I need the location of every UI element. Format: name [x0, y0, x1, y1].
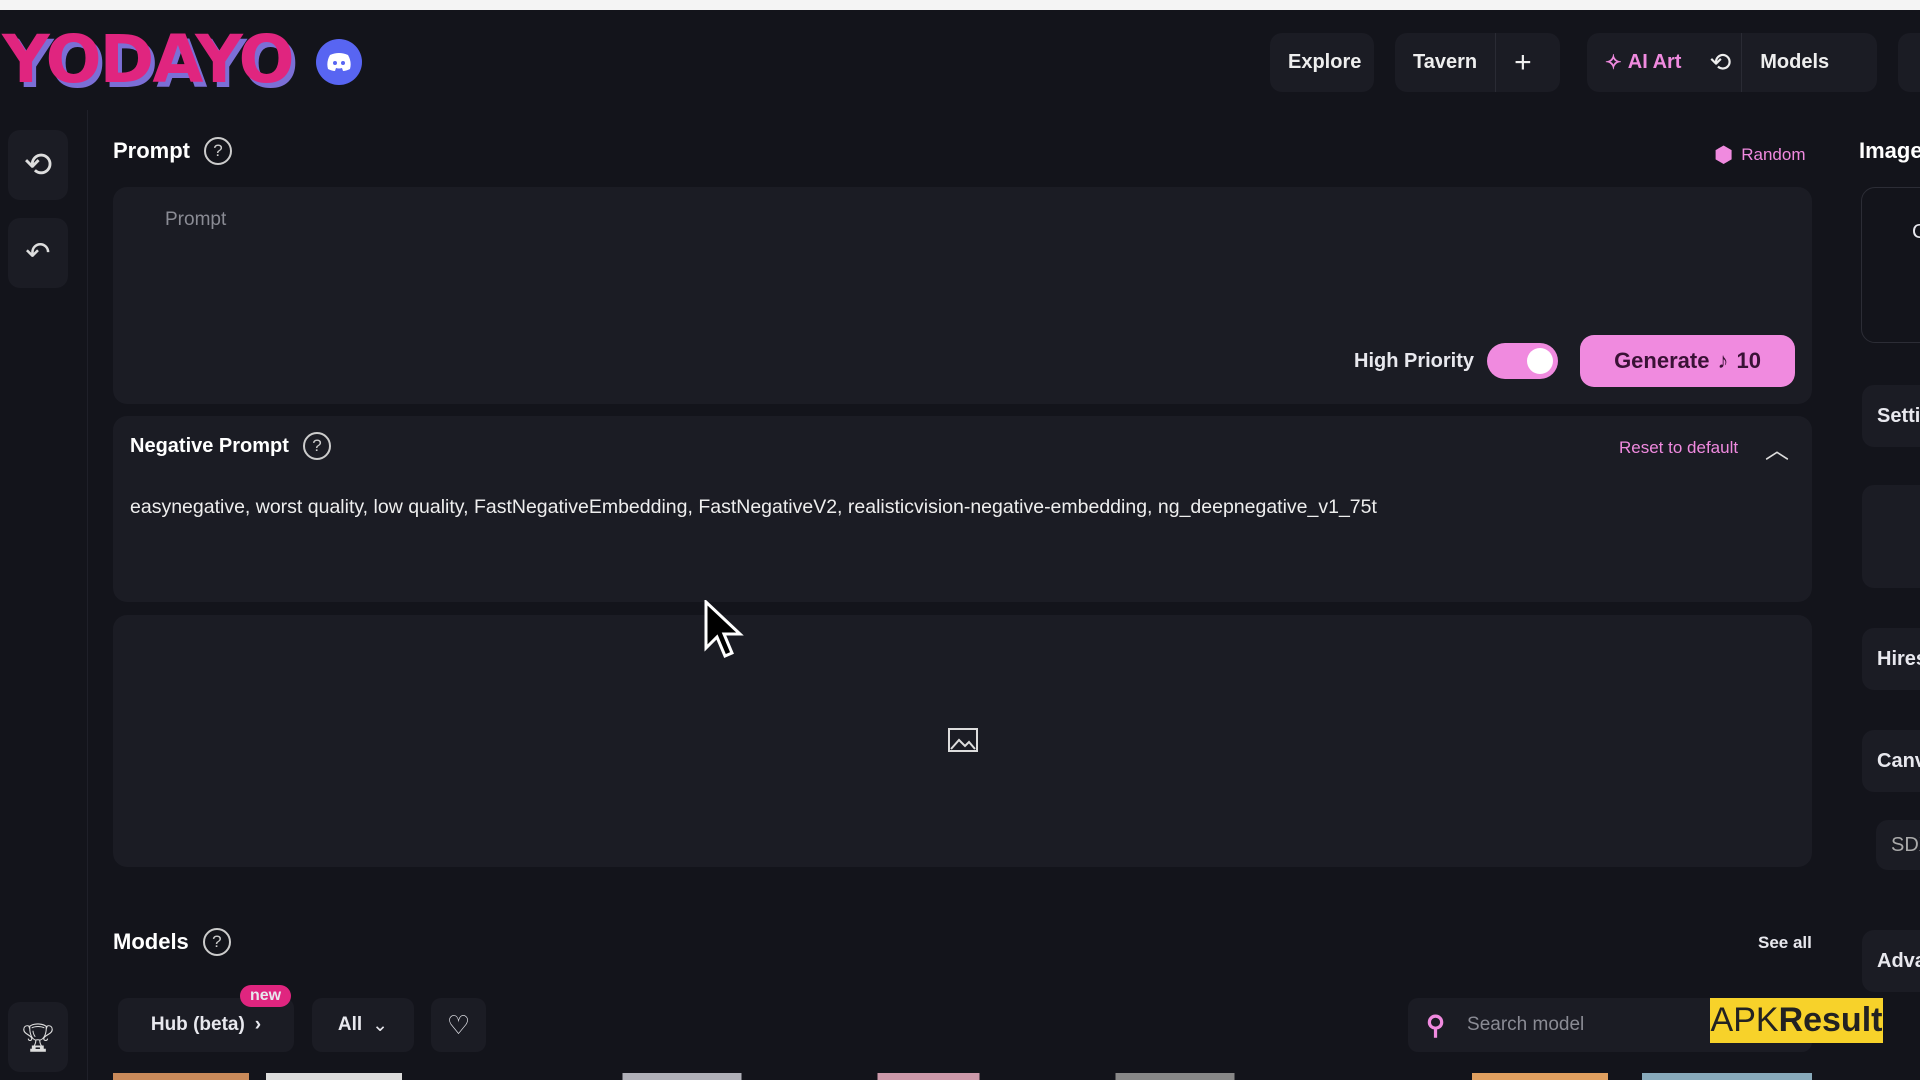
new-badge: new	[240, 985, 292, 1007]
reset-to-default-link[interactable]: Reset to default	[1619, 438, 1738, 458]
discord-icon[interactable]	[316, 39, 362, 85]
models-heading: Models?	[113, 928, 231, 956]
nav-explore-label: Explore	[1288, 51, 1362, 73]
help-icon[interactable]: ?	[202, 928, 231, 956]
chevron-down-icon: ⌄	[372, 1014, 389, 1036]
image-icon	[947, 727, 979, 758]
nav-tavern[interactable]: Tavern	[1395, 33, 1495, 92]
prompt-panel: Prompt High Priority Generate ♪ 10	[113, 187, 1812, 404]
settings-content	[1862, 485, 1920, 588]
history-icon[interactable]: ⟲	[1699, 33, 1741, 92]
settings-section[interactable]: Setti	[1862, 385, 1920, 447]
see-all-link[interactable]: See all	[1758, 933, 1812, 953]
nav-ai-art[interactable]: ✧ AI Art	[1587, 33, 1699, 92]
image-upload-box[interactable]: C	[1861, 187, 1920, 343]
apkresult-watermark: APK Result	[1710, 998, 1883, 1043]
prompt-heading: Prompt?	[113, 137, 232, 165]
high-priority-label: High Priority	[1354, 350, 1475, 372]
mouse-cursor-icon	[704, 598, 744, 665]
negative-prompt-input[interactable]: easynegative, worst quality, low quality…	[130, 496, 1377, 519]
trophy-icon[interactable]: 🏆︎	[8, 1002, 68, 1072]
image-dropzone[interactable]	[113, 615, 1812, 867]
image-heading: Image	[1859, 138, 1920, 163]
yodayo-logo[interactable]: YODAYO	[2, 22, 295, 98]
top-strip	[0, 0, 1920, 10]
dice-icon: ⬢	[1714, 142, 1734, 167]
sparkle-icon: ✧	[1605, 52, 1622, 74]
high-priority-toggle[interactable]	[1487, 343, 1558, 379]
random-button[interactable]: ⬢ Random	[1714, 142, 1805, 168]
nav-tavern-group: Tavern +	[1395, 33, 1560, 92]
generate-button[interactable]: Generate ♪ 10	[1580, 335, 1795, 387]
hires-section[interactable]: Hires	[1862, 628, 1920, 690]
search-icon: ⚲	[1426, 1009, 1446, 1040]
coin-icon: ♪	[1717, 348, 1729, 373]
prompt-label: Prompt	[113, 138, 190, 163]
chevron-up-icon[interactable]: ︿	[1765, 430, 1789, 465]
filter-dropdown[interactable]: All ⌄	[312, 998, 414, 1052]
favorites-heart-icon[interactable]: ♡	[431, 998, 486, 1052]
plus-icon[interactable]: +	[1495, 33, 1550, 92]
prompt-input[interactable]: Prompt	[165, 209, 226, 231]
search-model-input[interactable]: Search model	[1467, 1014, 1584, 1036]
help-icon[interactable]: ?	[302, 432, 331, 460]
history-icon[interactable]: ⟲	[8, 130, 68, 200]
advanced-section[interactable]: Adva	[1862, 930, 1920, 992]
negative-prompt-panel: Negative Prompt? Reset to default ︿ easy…	[113, 416, 1812, 602]
chevron-right-icon: ›	[254, 1014, 262, 1035]
canvas-section[interactable]: Canv	[1862, 730, 1920, 792]
nav-more[interactable]	[1898, 33, 1920, 92]
nav-models[interactable]: Models	[1741, 33, 1847, 92]
help-icon[interactable]: ?	[204, 137, 232, 165]
nav-explore[interactable]: Explore	[1270, 33, 1374, 92]
nav-aiart-group: ✧ AI Art ⟲ Models	[1587, 33, 1877, 92]
negative-heading: Negative Prompt?	[130, 432, 331, 460]
sdxl-option[interactable]: SDX	[1876, 820, 1920, 870]
undo-icon[interactable]: ↶	[8, 218, 68, 288]
model-thumbnails-strip[interactable]	[113, 1073, 1812, 1080]
